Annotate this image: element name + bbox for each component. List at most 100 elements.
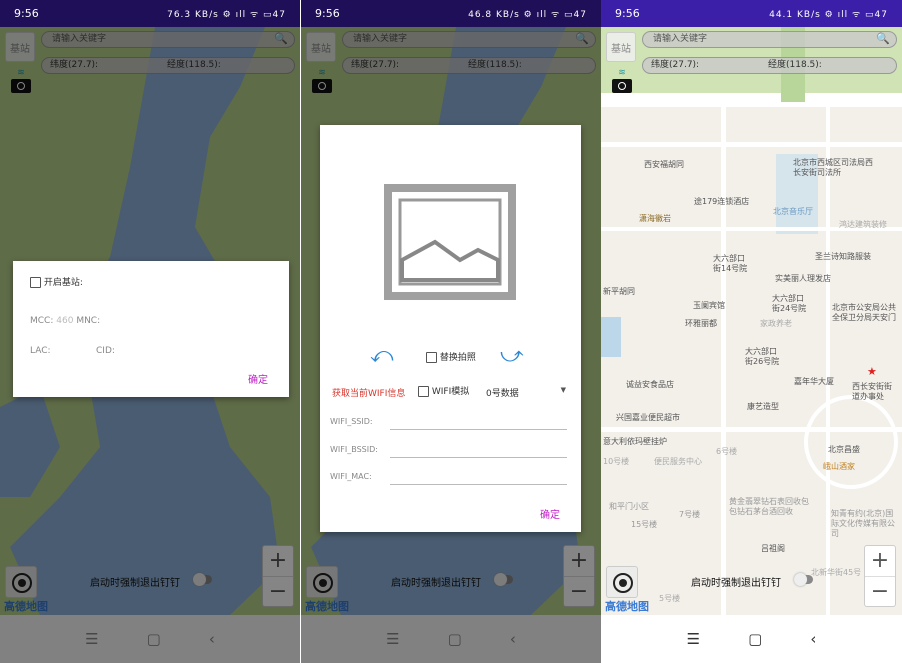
map-label[interactable]: 康艺造型 xyxy=(747,402,779,412)
home-icon[interactable]: ▢ xyxy=(448,630,462,648)
wifi-dialog: ⤺ ⤻ 替换拍照 获取当前WIFI信息 WIFI模拟 0号数据 ▼ WIFI_SS… xyxy=(320,125,581,532)
wifi-sim-label: WIFI模拟 xyxy=(431,387,470,397)
lac-label: LAC: xyxy=(30,346,51,356)
base-station-button[interactable]: 基站 xyxy=(606,32,636,62)
search-icon[interactable]: 🔍 xyxy=(876,31,890,46)
map-label[interactable]: 7号楼 xyxy=(679,510,700,520)
status-time: 9:56 xyxy=(14,7,39,20)
map-label[interactable]: 大六部口街24号院 xyxy=(772,294,810,314)
map-label[interactable]: 峨山酒家 xyxy=(823,462,855,472)
locate-icon[interactable] xyxy=(306,566,338,598)
zoom-in-button[interactable]: + xyxy=(865,546,895,577)
map-label[interactable]: 意大利依玛壁挂炉 xyxy=(603,437,667,447)
map-label[interactable]: 鸿达建筑装修 xyxy=(839,220,887,230)
checkbox[interactable] xyxy=(426,352,437,363)
locate-icon[interactable] xyxy=(606,566,638,598)
map-label[interactable]: 大六部口街26号院 xyxy=(745,347,783,367)
map-label[interactable]: 诚益安食品店 xyxy=(626,380,674,390)
star-marker-icon[interactable]: ★ xyxy=(867,366,877,377)
enable-base-station-checkbox[interactable]: 开启基站: xyxy=(30,275,83,288)
force-quit-toggle[interactable] xyxy=(193,573,212,586)
map-label[interactable]: 新平胡同 xyxy=(603,287,635,297)
locate-icon[interactable] xyxy=(5,566,37,598)
map-view[interactable]: 西安福胡同 北京市西城区司法局西长安街司法所 途179连锁酒店 北京音乐厅 潇海… xyxy=(601,27,902,615)
map-label[interactable]: 环雅丽都 xyxy=(685,319,717,329)
map-label[interactable]: 北京市西城区司法局西长安街司法所 xyxy=(793,158,873,178)
base-station-button[interactable]: 基站 xyxy=(306,32,336,62)
checkbox[interactable] xyxy=(30,277,41,288)
map-label[interactable]: 西安福胡同 xyxy=(644,160,684,170)
cid-label: CID: xyxy=(96,346,115,356)
mac-label: WIFI_MAC: xyxy=(330,472,372,481)
map-label[interactable]: 北京音乐厅 xyxy=(773,207,813,217)
back-icon[interactable]: ‹ xyxy=(209,630,215,648)
map-label[interactable]: 大六部口街14号院 xyxy=(713,254,751,274)
base-station-button[interactable]: 基站 xyxy=(5,32,35,62)
map-label[interactable]: 便民服务中心 xyxy=(654,457,702,467)
search-input[interactable]: 请输入关键字 🔍 xyxy=(342,31,596,48)
camera-icon[interactable]: ≋ xyxy=(9,68,33,96)
map-label[interactable]: 6号楼 xyxy=(716,447,737,457)
nav-bar: ☰ ▢ ‹ xyxy=(0,615,300,663)
wifi-sim-checkbox[interactable]: WIFI模拟 xyxy=(418,384,469,397)
map-label[interactable]: 北京市公安局公共全保卫分局天安门 xyxy=(832,303,902,323)
menu-icon[interactable]: ☰ xyxy=(687,630,700,648)
replace-photo-label: 替换拍照 xyxy=(439,353,476,363)
search-icon[interactable]: 🔍 xyxy=(575,31,589,46)
search-icon[interactable]: 🔍 xyxy=(274,31,288,46)
zoom-controls: + − xyxy=(864,545,896,607)
status-time: 9:56 xyxy=(615,7,640,20)
home-icon[interactable]: ▢ xyxy=(147,630,161,648)
map-label[interactable]: 知青有约(北京)国际文化传媒有限公司 xyxy=(831,509,901,539)
zoom-out-button[interactable]: − xyxy=(865,577,895,608)
search-input[interactable]: 请输入关键字 🔍 xyxy=(642,31,897,48)
checkbox[interactable] xyxy=(418,386,429,397)
map-label[interactable]: 和平门小区 xyxy=(609,502,649,512)
map-label[interactable]: 嘉年华大厦 xyxy=(794,377,834,387)
back-icon[interactable]: ‹ xyxy=(810,630,816,648)
menu-icon[interactable]: ☰ xyxy=(386,630,399,648)
camera-icon[interactable]: ≋ xyxy=(310,68,334,96)
zoom-out-button[interactable]: − xyxy=(263,577,293,608)
map-label[interactable]: 黄金翡翠钻石表回收包包钻石茅台酒回收 xyxy=(729,497,809,517)
rotate-left-icon[interactable]: ⤺ xyxy=(370,343,394,368)
map-label[interactable]: 途179连锁酒店 xyxy=(694,197,749,207)
bssid-input[interactable] xyxy=(390,445,567,458)
confirm-button[interactable]: 确定 xyxy=(540,506,560,521)
confirm-button[interactable]: 确定 xyxy=(248,371,268,386)
map-label[interactable]: 5号楼 xyxy=(659,594,680,604)
mcc-input[interactable]: 460 xyxy=(56,316,73,326)
rotate-right-icon[interactable]: ⤻ xyxy=(500,343,524,368)
map-label[interactable]: 实美丽人理发店 xyxy=(775,274,831,284)
force-quit-toggle[interactable] xyxy=(494,573,513,586)
home-icon[interactable]: ▢ xyxy=(748,630,762,648)
search-input[interactable]: 请输入关键字 🔍 xyxy=(41,31,295,48)
map-label[interactable]: 10号楼 xyxy=(603,457,629,467)
force-quit-toggle[interactable] xyxy=(794,573,813,586)
longitude-label: 经度(118.5): xyxy=(468,60,522,70)
map-label[interactable]: 西长安街街道办事处 xyxy=(852,382,898,402)
replace-photo-checkbox[interactable]: 替换拍照 xyxy=(426,350,476,363)
zoom-in-button[interactable]: + xyxy=(263,546,293,577)
map-label[interactable]: 家政养老 xyxy=(760,319,792,329)
map-label[interactable]: 北新华街45号 xyxy=(811,568,861,578)
map-label[interactable]: 玉阑宾馆 xyxy=(693,301,725,311)
camera-icon[interactable]: ≋ xyxy=(610,68,634,96)
image-placeholder-icon[interactable] xyxy=(380,180,520,305)
data-select[interactable]: 0号数据 ▼ xyxy=(486,386,566,399)
zoom-out-button[interactable]: − xyxy=(564,577,594,608)
menu-icon[interactable]: ☰ xyxy=(85,630,98,648)
nav-bar: ☰ ▢ ‹ xyxy=(601,615,902,663)
map-label[interactable]: 吕祖阁 xyxy=(761,544,785,554)
map-label[interactable]: 潇海徽岩 xyxy=(639,214,671,224)
get-wifi-info-button[interactable]: 获取当前WIFI信息 xyxy=(332,386,405,399)
mac-input[interactable] xyxy=(390,472,567,485)
ssid-input[interactable] xyxy=(390,417,567,430)
screen-base-station: 基站 请输入关键字 🔍 纬度(27.7): 经度(118.5): ≋ 高德地图 启动… xyxy=(0,0,300,663)
map-label[interactable]: 北京昌盛 xyxy=(828,445,860,455)
map-label[interactable]: 15号楼 xyxy=(631,520,657,530)
zoom-in-button[interactable]: + xyxy=(564,546,594,577)
back-icon[interactable]: ‹ xyxy=(510,630,516,648)
map-label[interactable]: 圣兰诗知路服装 xyxy=(815,252,871,262)
map-label[interactable]: 兴国嘉业便民超市 xyxy=(616,413,680,423)
